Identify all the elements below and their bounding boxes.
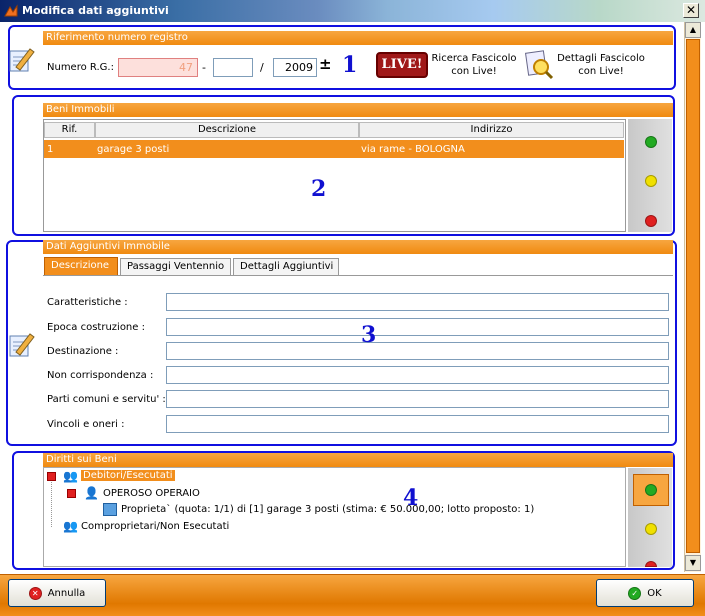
tree-line: [51, 482, 52, 527]
check-icon: ✓: [628, 586, 642, 600]
add-icon[interactable]: [645, 136, 657, 148]
rg-dash: -: [202, 61, 206, 74]
scroll-up-arrow-icon[interactable]: ▲: [685, 22, 701, 38]
edit-note-icon: [4, 328, 36, 360]
field-label-epoca: Epoca costruzione :: [47, 322, 145, 333]
rg-suffix-input[interactable]: [213, 58, 253, 77]
tab-dettagli-aggiuntivi[interactable]: Dettagli Aggiuntivi: [233, 258, 339, 276]
collapse-icon[interactable]: [67, 489, 76, 498]
tree-node-comproprietari[interactable]: Comproprietari/Non Esecutati: [81, 521, 229, 532]
scroll-thumb[interactable]: [686, 39, 700, 553]
close-button[interactable]: ✕: [683, 3, 699, 18]
close-icon: ✕: [685, 3, 697, 17]
ok-button[interactable]: ✓ OK: [596, 579, 694, 607]
caratteristiche-input[interactable]: [166, 293, 669, 311]
section-header-beni: Beni Immobili: [43, 103, 673, 117]
ricerca-fascicolo-button[interactable]: Ricerca Fascicolo con Live!: [430, 52, 518, 78]
rg-label: Numero R.G.:: [47, 62, 114, 73]
cancel-button[interactable]: ✕ Annulla: [8, 579, 106, 607]
year-spinner-icon[interactable]: ±: [319, 55, 332, 73]
group-people-icon: 👥: [63, 469, 78, 483]
field-label-parti-comuni: Parti comuni e servitu' :: [47, 394, 166, 405]
table-cell-descrizione: garage 3 posti: [97, 144, 170, 155]
app-icon: [4, 4, 18, 18]
person-icon: 👤: [84, 486, 99, 500]
vincoli-oneri-input[interactable]: [166, 415, 669, 433]
tab-passaggi-ventennio[interactable]: Passaggi Ventennio: [120, 258, 231, 276]
edit-icon[interactable]: [645, 175, 657, 187]
vertical-scrollbar[interactable]: ▲ ▼: [684, 22, 701, 572]
annotation-number: 4: [403, 485, 419, 511]
live-badge-icon[interactable]: LIVE!: [376, 52, 428, 78]
remove-icon[interactable]: [645, 561, 657, 567]
non-corrispondenza-input[interactable]: [166, 366, 669, 384]
collapse-icon[interactable]: [47, 472, 56, 481]
tab-divider: [43, 275, 673, 276]
dettagli-fascicolo-button[interactable]: Dettagli Fascicolo con Live!: [556, 52, 646, 78]
table-cell-indirizzo: via rame - BOLOGNA: [361, 144, 465, 155]
tab-descrizione[interactable]: Descrizione: [44, 257, 118, 275]
field-label-non-corrispondenza: Non corrispondenza :: [47, 370, 154, 381]
group-people-icon: 👥: [63, 519, 78, 533]
parti-comuni-input[interactable]: [166, 390, 669, 408]
tree-node-diritto[interactable]: Proprieta` (quota: 1/1) di [1] garage 3 …: [121, 504, 534, 515]
cancel-label: Annulla: [47, 587, 86, 599]
field-label-destinazione: Destinazione :: [47, 346, 119, 357]
window-title: Modifica dati aggiuntivi: [22, 4, 169, 17]
destinazione-input[interactable]: [166, 342, 669, 360]
section-header-diritti: Diritti sui Beni: [43, 453, 673, 467]
section-header-riferimento: Riferimento numero registro: [43, 31, 673, 45]
rg-slash: /: [260, 61, 264, 74]
epoca-costruzione-input[interactable]: [166, 318, 669, 336]
add-icon[interactable]: [645, 484, 657, 496]
tree-node-debitori[interactable]: Debitori/Esecutati: [81, 470, 175, 481]
cancel-icon: ✕: [28, 586, 42, 600]
field-label-caratteristiche: Caratteristiche :: [47, 297, 128, 308]
column-header-descrizione[interactable]: Descrizione: [95, 122, 359, 138]
annotation-number: 2: [311, 176, 327, 202]
ok-label: OK: [647, 587, 662, 599]
column-header-indirizzo[interactable]: Indirizzo: [359, 122, 624, 138]
section-header-dati: Dati Aggiuntivi Immobile: [43, 240, 673, 254]
scroll-down-arrow-icon[interactable]: ▼: [685, 555, 701, 571]
edit-note-icon: [4, 43, 36, 75]
edit-icon[interactable]: [645, 523, 657, 535]
column-header-rif[interactable]: Rif.: [44, 122, 95, 138]
remove-icon[interactable]: [645, 215, 657, 227]
magnifier-document-icon[interactable]: [524, 50, 554, 80]
rg-year-input[interactable]: 2009: [273, 58, 317, 77]
annotation-number: 1: [342, 52, 358, 78]
table-cell-rif: 1: [47, 144, 54, 155]
rg-number-input[interactable]: 47: [118, 58, 198, 77]
building-icon: [103, 503, 117, 516]
diritti-tree: [43, 467, 626, 567]
tree-node-person[interactable]: OPEROSO OPERAIO: [103, 488, 200, 499]
annotation-number: 3: [361, 322, 377, 348]
field-label-vincoli: Vincoli e oneri :: [47, 419, 125, 430]
